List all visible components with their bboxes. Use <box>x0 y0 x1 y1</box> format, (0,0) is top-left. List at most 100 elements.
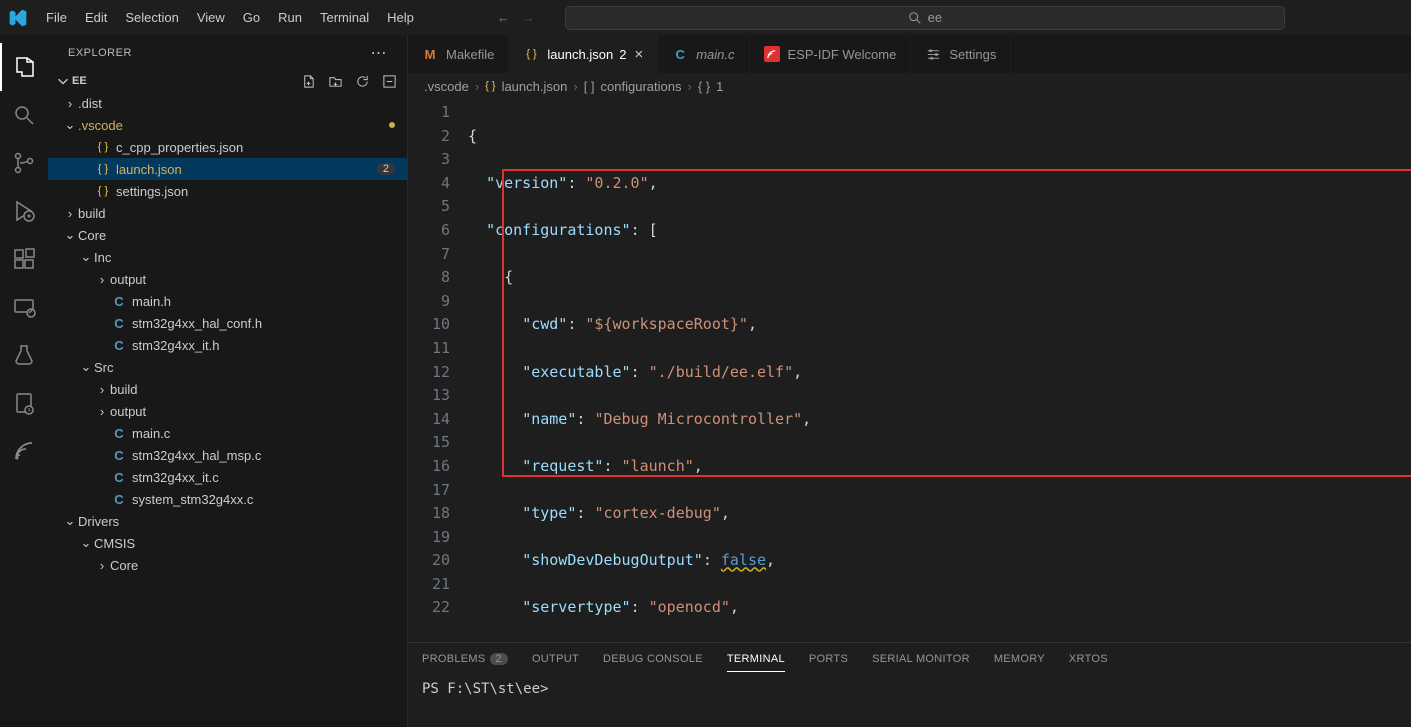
menu-edit[interactable]: Edit <box>77 6 115 29</box>
tree-folder-output2[interactable]: ›output <box>48 400 407 422</box>
tree-file-launch[interactable]: { }launch.json2 <box>48 158 407 180</box>
search-text: ee <box>928 10 942 25</box>
panel-tab-problems[interactable]: PROBLEMS2 <box>422 647 508 671</box>
menu-go[interactable]: Go <box>235 6 268 29</box>
terminal[interactable]: PS F:\ST\st\ee> <box>408 675 1411 727</box>
new-folder-icon[interactable] <box>328 74 343 89</box>
tree-folder-core2[interactable]: ›Core <box>48 554 407 576</box>
tab-esp[interactable]: ESP-IDF Welcome <box>750 35 912 73</box>
espressif-icon <box>764 46 780 62</box>
chevron-down-icon <box>56 74 70 88</box>
json-icon: { } <box>94 141 112 153</box>
tree-file-halconf[interactable]: Cstm32g4xx_hal_conf.h <box>48 312 407 334</box>
tree-file-mainh[interactable]: Cmain.h <box>48 290 407 312</box>
sidebar: EXPLORER ⋯ EE ›.dist ⌄.vscode { }c_cpp_p… <box>48 35 408 727</box>
menu-terminal[interactable]: Terminal <box>312 6 377 29</box>
tree-folder-build2[interactable]: ›build <box>48 378 407 400</box>
panel-tabs: PROBLEMS2 OUTPUT DEBUG CONSOLE TERMINAL … <box>408 643 1411 675</box>
activity-test-icon[interactable] <box>0 331 48 379</box>
tree-folder-core[interactable]: ⌄Core <box>48 224 407 246</box>
file-tree: ›.dist ⌄.vscode { }c_cpp_properties.json… <box>48 92 407 727</box>
tree-folder-cmsis[interactable]: ⌄CMSIS <box>48 532 407 554</box>
c-icon: C <box>110 338 128 353</box>
menu-bar: File Edit Selection View Go Run Terminal… <box>38 6 422 29</box>
panel-tab-serial[interactable]: SERIAL MONITOR <box>872 647 970 671</box>
refresh-icon[interactable] <box>355 74 370 89</box>
tree-file-itc[interactable]: Cstm32g4xx_it.c <box>48 466 407 488</box>
c-icon: C <box>110 470 128 485</box>
tab-makefile[interactable]: MMakefile <box>408 35 509 73</box>
code-content[interactable]: { "version": "0.2.0", "configurations": … <box>468 99 1411 642</box>
panel-tab-output[interactable]: OUTPUT <box>532 647 579 671</box>
activity-espressif-icon[interactable] <box>0 427 48 475</box>
tab-launch[interactable]: { }launch.json2× <box>509 35 658 73</box>
tree-file-settings[interactable]: { }settings.json <box>48 180 407 202</box>
tree-file-halmsp[interactable]: Cstm32g4xx_hal_msp.c <box>48 444 407 466</box>
tree-file-system[interactable]: Csystem_stm32g4xx.c <box>48 488 407 510</box>
panel-tab-terminal[interactable]: TERMINAL <box>727 647 785 672</box>
editor[interactable]: 12345678910111213141516171819202122 { "v… <box>408 99 1411 642</box>
c-icon: C <box>672 46 688 62</box>
tree-file-ccpp[interactable]: { }c_cpp_properties.json <box>48 136 407 158</box>
panel-tab-memory[interactable]: MEMORY <box>994 647 1045 671</box>
activity-search-icon[interactable] <box>0 91 48 139</box>
json-icon: { } <box>523 46 539 62</box>
activity-remote-icon[interactable] <box>0 283 48 331</box>
tree-folder-src[interactable]: ⌄Src <box>48 356 407 378</box>
nav-back-icon[interactable]: ← <box>497 10 510 25</box>
tree-folder-drivers[interactable]: ⌄Drivers <box>48 510 407 532</box>
c-icon: C <box>110 448 128 463</box>
title-bar: File Edit Selection View Go Run Terminal… <box>0 0 1411 35</box>
tab-bar: MMakefile { }launch.json2× Cmain.c ESP-I… <box>408 35 1411 73</box>
settings-icon <box>925 46 941 62</box>
c-icon: C <box>110 426 128 441</box>
collapse-icon[interactable] <box>382 74 397 89</box>
nav-arrows: ← → <box>497 10 535 25</box>
tree-folder-inc[interactable]: ⌄Inc <box>48 246 407 268</box>
menu-help[interactable]: Help <box>379 6 422 29</box>
tree-file-ith[interactable]: Cstm32g4xx_it.h <box>48 334 407 356</box>
json-icon: { } <box>94 163 112 175</box>
search-input[interactable]: ee <box>565 6 1285 30</box>
makefile-icon: M <box>422 46 438 62</box>
menu-selection[interactable]: Selection <box>117 6 186 29</box>
activity-source-control-icon[interactable] <box>0 139 48 187</box>
editor-area: MMakefile { }launch.json2× Cmain.c ESP-I… <box>408 35 1411 727</box>
activity-extensions-icon[interactable] <box>0 235 48 283</box>
c-icon: C <box>110 492 128 507</box>
json-icon: { } <box>485 80 495 92</box>
sidebar-title: EXPLORER <box>68 47 132 59</box>
breadcrumb[interactable]: .vscode› { }launch.json› [ ]configuratio… <box>408 73 1411 99</box>
bottom-panel: PROBLEMS2 OUTPUT DEBUG CONSOLE TERMINAL … <box>408 642 1411 727</box>
tab-mainc[interactable]: Cmain.c <box>658 35 749 73</box>
tree-file-mainc[interactable]: Cmain.c <box>48 422 407 444</box>
panel-tab-xrtos[interactable]: XRTOS <box>1069 647 1108 671</box>
workspace-header[interactable]: EE <box>48 70 407 92</box>
menu-run[interactable]: Run <box>270 6 310 29</box>
nav-forward-icon[interactable]: → <box>522 10 535 25</box>
activity-debug-icon[interactable] <box>0 187 48 235</box>
new-file-icon[interactable] <box>301 74 316 89</box>
activity-explorer-icon[interactable] <box>0 43 48 91</box>
menu-view[interactable]: View <box>189 6 233 29</box>
activity-bar <box>0 35 48 727</box>
workspace-name: EE <box>72 75 87 87</box>
json-icon: { } <box>94 185 112 197</box>
tree-folder-dist[interactable]: ›.dist <box>48 92 407 114</box>
modified-dot-icon <box>389 122 395 128</box>
activity-esp-icon[interactable] <box>0 379 48 427</box>
close-icon[interactable]: × <box>634 46 643 63</box>
tab-settings[interactable]: Settings <box>911 35 1011 73</box>
c-icon: C <box>110 294 128 309</box>
problems-badge: 2 <box>377 163 395 175</box>
tree-folder-vscode[interactable]: ⌄.vscode <box>48 114 407 136</box>
line-numbers: 12345678910111213141516171819202122 <box>408 99 468 642</box>
search-icon <box>908 11 922 25</box>
menu-file[interactable]: File <box>38 6 75 29</box>
panel-tab-ports[interactable]: PORTS <box>809 647 848 671</box>
sidebar-more-icon[interactable]: ⋯ <box>371 43 388 63</box>
tree-folder-build[interactable]: ›build <box>48 202 407 224</box>
vscode-logo-icon <box>8 8 28 28</box>
tree-folder-output1[interactable]: ›output <box>48 268 407 290</box>
panel-tab-debug[interactable]: DEBUG CONSOLE <box>603 647 703 671</box>
